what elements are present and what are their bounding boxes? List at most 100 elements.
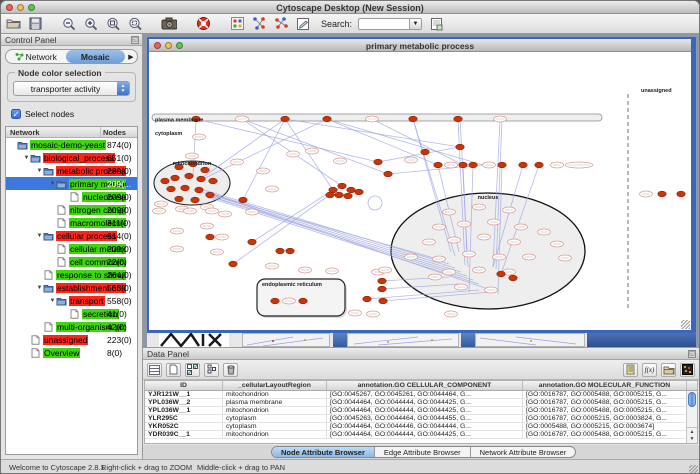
network-node[interactable] [209,178,217,184]
search-dropdown-icon[interactable]: ▼ [410,18,422,30]
network-node[interactable] [195,187,203,193]
zoom-in-icon[interactable] [83,16,99,31]
tree-header-nodes[interactable]: Nodes [101,127,137,137]
tree-item[interactable]: unassigned223(0) [6,333,137,346]
network-node[interactable] [299,298,307,304]
table-scrollbar-arrows[interactable]: ▲▼ [687,427,697,443]
tree-item[interactable]: ▼cellular process614(0) [6,229,137,242]
tree-item[interactable]: ▼transport558(0) [6,294,137,307]
network-canvas[interactable]: plasma membranecytoplasmmitochondrionnuc… [149,52,691,330]
network-node[interactable] [535,162,543,168]
tree-item[interactable]: multi-organism pro42(0) [6,320,137,333]
select-attributes-icon[interactable] [147,363,162,377]
delete-attribute-icon[interactable] [223,363,238,377]
network-node[interactable] [185,173,193,179]
column-header[interactable]: _cellularLayoutRegion [223,381,327,390]
network-view-b-icon[interactable] [273,16,289,31]
network-node[interactable] [171,175,179,181]
network-node[interactable] [191,197,199,203]
column-header[interactable]: annotation.GO MOLECULAR_FUNCTION [523,381,687,390]
network-node[interactable] [175,196,183,202]
zoom-fit-icon[interactable] [105,16,121,31]
tree-item[interactable]: macromolecule311(0) [6,216,137,229]
self-loop-edge[interactable] [368,196,382,210]
network-view-a-icon[interactable] [251,16,267,31]
attribute-matrix-icon[interactable] [185,363,200,377]
frame-resize-grip[interactable] [681,320,690,329]
attribute-list-icon[interactable] [623,363,638,377]
network-node[interactable] [239,197,247,203]
network-node[interactable] [335,192,343,198]
import-table-icon[interactable] [428,16,444,31]
attribute-grid-icon[interactable] [204,363,219,377]
tab-mosaic[interactable]: Mosaic [66,50,126,63]
tree-item[interactable]: nucleobase-209(0) [6,190,137,203]
column-header[interactable]: annotation.GO CELLULAR_COMPONENT [327,381,523,390]
tree-item[interactable]: cell communicat22(0) [6,255,137,268]
expand-arrow-icon[interactable]: ▼ [23,155,30,161]
network-edge[interactable] [285,119,460,147]
table-row[interactable]: YPL036W__2plasma membrane[GO:0044464, GO… [145,399,697,407]
network-node[interactable] [379,298,387,304]
network-node[interactable] [658,191,666,197]
tree-item[interactable]: ▼primary metabo209(... [6,177,137,190]
network-node[interactable] [469,162,477,168]
save-icon[interactable] [27,16,43,31]
tree-header-network[interactable]: Network [6,127,101,137]
network-node[interactable] [459,162,467,168]
table-row[interactable]: YJR121W__1mitochondrion[GO:0045267, GO:0… [145,391,697,399]
network-node[interactable] [323,116,331,122]
table-scrollbar-thumb[interactable] [688,392,696,407]
network-node[interactable] [271,298,279,304]
tree-item[interactable]: Overview8(0) [6,346,137,359]
expand-arrow-icon[interactable]: ▼ [36,285,43,291]
node-color-dropdown[interactable]: transporter activity ▲▼ [13,81,130,96]
tree-item[interactable]: ▼biological_process651(0) [6,151,137,164]
network-node[interactable] [206,234,214,240]
table-row[interactable]: YDR039C__1mitochondrion[GO:0044464, GO:0… [145,431,697,439]
matrix-view-icon[interactable] [680,363,695,377]
float-panel-icon[interactable]: ◱ [131,36,139,44]
import-attributes-icon[interactable] [661,363,676,377]
tree-item[interactable]: secretion41(0) [6,307,137,320]
network-node[interactable] [509,275,517,281]
network-node[interactable] [498,162,506,168]
network-node[interactable] [201,167,209,173]
expand-arrow-icon[interactable]: ▼ [49,181,56,187]
attribute-batch-icon[interactable] [229,16,245,31]
expand-arrow-icon[interactable]: ▼ [36,168,43,174]
open-folder-icon[interactable] [5,16,21,31]
network-node[interactable] [497,271,505,277]
network-edge[interactable] [242,119,388,174]
search-input[interactable] [358,18,410,30]
network-node[interactable] [374,159,382,165]
network-node[interactable] [421,149,429,155]
float-data-panel-icon[interactable]: ◱ [688,350,696,358]
network-edge[interactable] [252,190,333,242]
function-builder-icon[interactable]: f(x) [642,363,657,377]
network-node[interactable] [347,187,355,193]
tree-item[interactable]: cellular metabol209(0) [6,242,137,255]
network-node[interactable] [276,248,284,254]
network-node[interactable] [519,162,527,168]
network-node[interactable] [197,176,205,182]
expand-arrow-icon[interactable]: ▼ [49,298,56,304]
column-header[interactable]: ID [145,381,223,390]
help-icon[interactable] [195,16,211,31]
tree-item[interactable]: nitrogen compo209(0) [6,203,137,216]
network-view-titlebar[interactable]: primary metabolic process [149,39,691,52]
network-node[interactable] [326,192,334,198]
network-node[interactable] [454,116,462,122]
network-node[interactable] [344,193,352,199]
network-node[interactable] [248,239,256,245]
zoom-out-icon[interactable] [61,16,77,31]
network-edge[interactable] [372,119,463,165]
tree-item[interactable]: ▼establishment of lo558(0) [6,281,137,294]
browser-tab[interactable]: Network Attribute Browser [471,447,576,457]
tree-item[interactable]: mosaic-demo-yeast874(0) [6,138,137,151]
table-row[interactable]: YPL036W__1mitochondrion[GO:0044464, GO:0… [145,407,697,415]
select-nodes-checkbox[interactable]: ✓ [11,109,21,119]
network-node[interactable] [677,191,685,197]
network-node[interactable] [181,185,189,191]
tabs-overflow-icon[interactable]: ▶ [125,53,137,61]
